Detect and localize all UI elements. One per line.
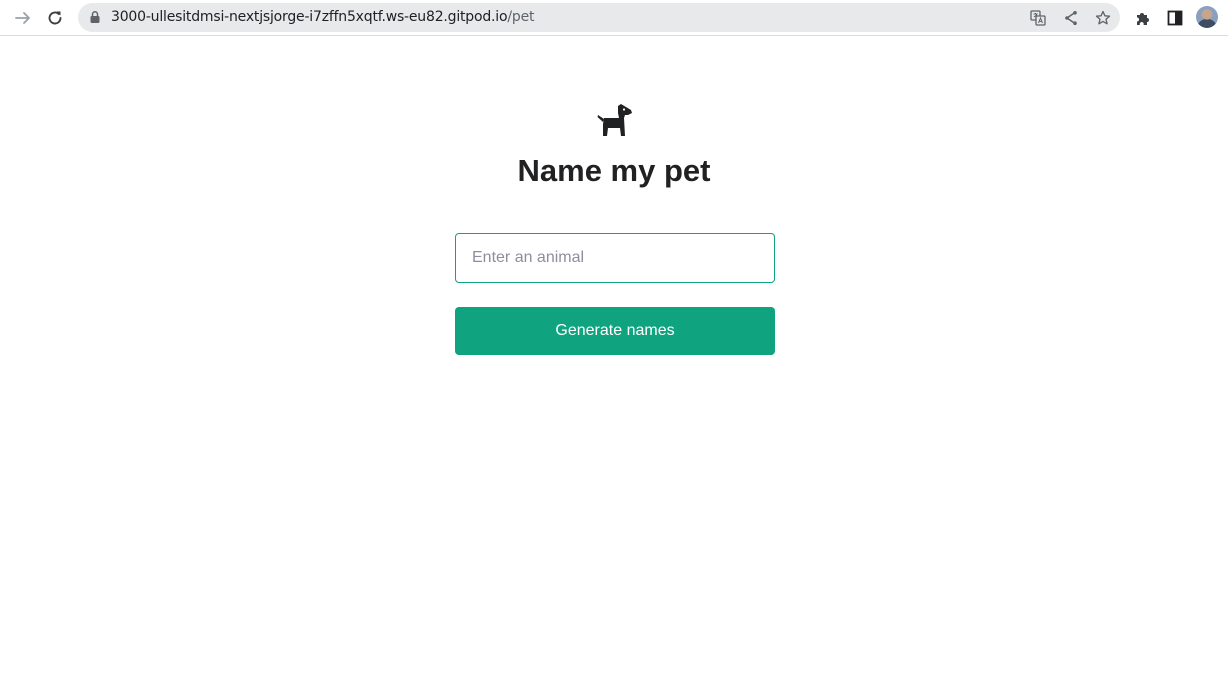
bookmark-button[interactable] xyxy=(1094,9,1112,27)
extensions-button[interactable] xyxy=(1129,4,1157,32)
page-content: Name my pet Generate names xyxy=(0,37,1228,691)
arrow-right-icon xyxy=(15,12,30,24)
animal-input[interactable] xyxy=(455,233,775,283)
translate-icon xyxy=(1030,10,1046,26)
side-panel-icon xyxy=(1167,10,1183,26)
generate-names-button[interactable]: Generate names xyxy=(455,307,775,355)
star-icon xyxy=(1095,10,1111,25)
reload-button[interactable] xyxy=(41,4,69,32)
dog-icon xyxy=(597,104,632,136)
browser-toolbar: 3000-ullesitdmsi-nextjsjorge-i7zffn5xqtf… xyxy=(0,0,1228,36)
url-host: 3000-ullesitdmsi-nextjsjorge-i7zffn5xqtf… xyxy=(111,9,508,25)
share-button[interactable] xyxy=(1062,9,1080,27)
side-panel-button[interactable] xyxy=(1161,4,1189,32)
translate-button[interactable] xyxy=(1029,9,1047,27)
reload-icon xyxy=(48,11,62,25)
puzzle-icon xyxy=(1137,13,1149,25)
share-icon xyxy=(1065,11,1077,25)
forward-button[interactable] xyxy=(9,4,37,32)
url-path: /pet xyxy=(507,9,535,25)
page-title: Name my pet xyxy=(517,153,711,188)
avatar[interactable] xyxy=(1196,6,1218,28)
lock-icon[interactable] xyxy=(89,10,101,24)
url-text[interactable]: 3000-ullesitdmsi-nextjsjorge-i7zffn5xqtf… xyxy=(111,3,534,32)
address-bar[interactable]: 3000-ullesitdmsi-nextjsjorge-i7zffn5xqtf… xyxy=(78,3,1120,32)
